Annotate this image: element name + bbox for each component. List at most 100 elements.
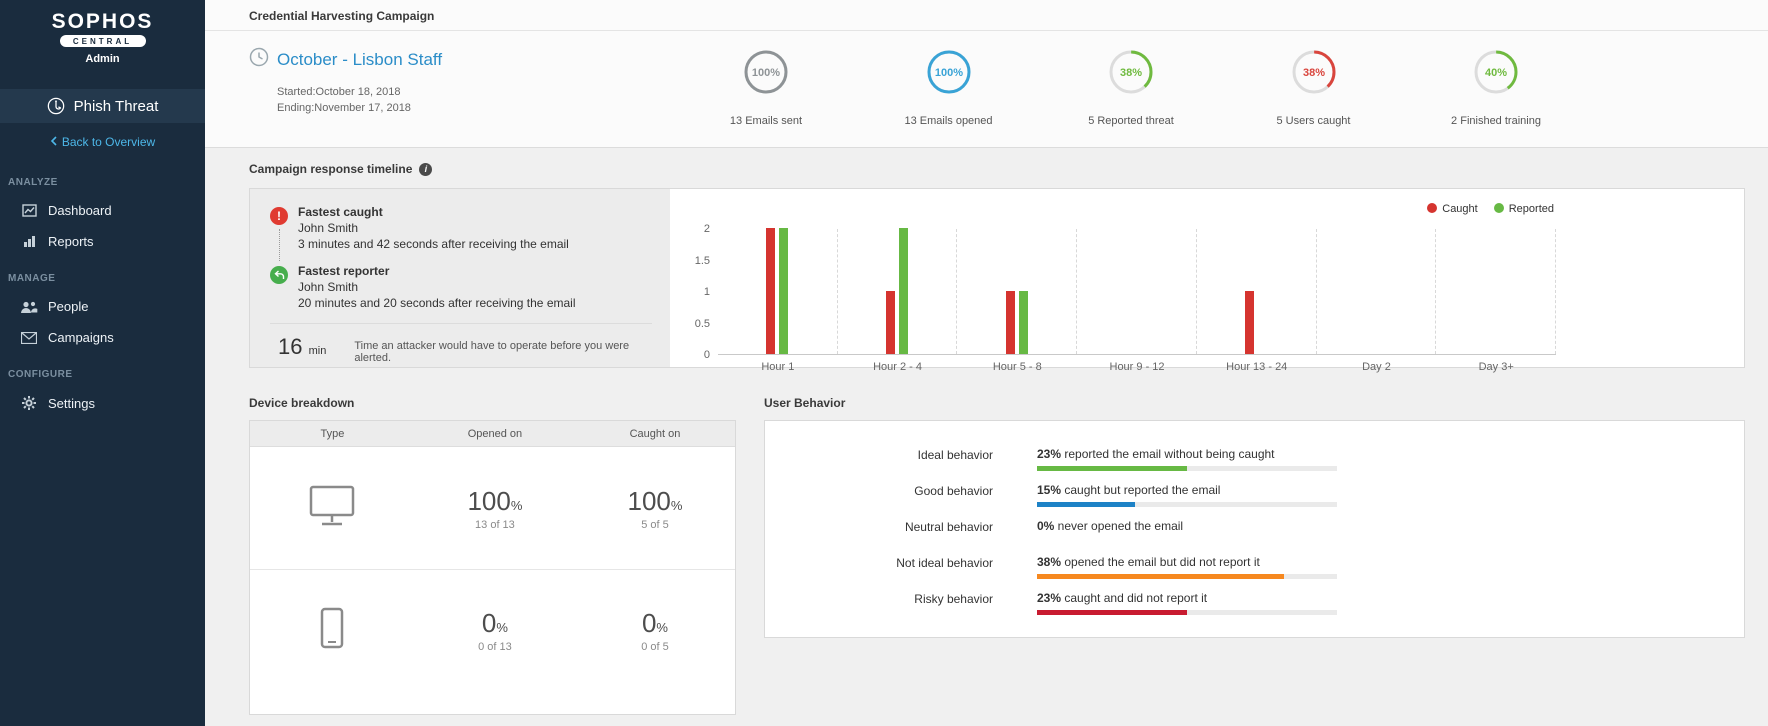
chart-column <box>1436 229 1556 354</box>
desktop-icon <box>309 514 355 531</box>
x-tick-label: Hour 5 - 8 <box>957 361 1077 373</box>
event-title: Fastest caught <box>298 205 569 219</box>
legend-dot <box>1494 203 1504 213</box>
info-icon[interactable]: i <box>419 163 432 176</box>
sidebar-item-settings[interactable]: Settings <box>0 387 205 419</box>
x-tick-label: Hour 1 <box>718 361 838 373</box>
x-tick-label: Hour 2 - 4 <box>838 361 958 373</box>
reply-arrow-icon <box>270 266 288 284</box>
attacker-window: 16 min Time an attacker would have to op… <box>270 323 652 364</box>
percent-value: 100 <box>627 486 670 516</box>
product-label: Phish Threat <box>74 98 159 115</box>
clock-icon <box>249 47 269 72</box>
behavior-text: 15% caught but reported the email <box>1037 483 1337 497</box>
behavior-percent: 38% <box>1037 555 1061 569</box>
percent-value: 100 <box>467 486 510 516</box>
stat-label: 13 Emails sent <box>701 115 831 127</box>
x-tick-label: Day 3+ <box>1436 361 1556 373</box>
nav-section-label: MANAGE <box>0 257 205 291</box>
behavior-bar <box>1037 502 1337 507</box>
back-to-overview-link[interactable]: Back to Overview <box>0 123 205 161</box>
percent-unit: % <box>511 498 523 513</box>
chevron-left-icon <box>50 135 57 149</box>
desktop-opened-percent: 100% <box>415 486 575 517</box>
behavior-percent: 0% <box>1037 519 1054 533</box>
percent-value: 0 <box>482 608 496 638</box>
sidebar-item-dashboard[interactable]: Dashboard <box>0 195 205 226</box>
nav-item-label: Reports <box>48 234 94 249</box>
campaign-stat: 38%5 Users caught <box>1249 47 1379 127</box>
column-caught-on: Caught on <box>575 428 735 440</box>
behavior-label: Neutral behavior <box>765 519 993 543</box>
sidebar-item-campaigns[interactable]: Campaigns <box>0 322 205 353</box>
nav-item-label: Settings <box>48 396 95 411</box>
chart-column <box>1317 229 1437 354</box>
device-breakdown-card: Type Opened on Caught on 100% 13 of 13 <box>249 420 736 715</box>
y-tick-label: 1 <box>704 286 710 298</box>
chart-plot <box>718 229 1556 355</box>
behavior-bar <box>1037 574 1337 579</box>
back-link-label: Back to Overview <box>62 135 155 149</box>
stat-percent: 40% <box>1485 67 1507 79</box>
behavior-content: 23% reported the email without being cau… <box>1037 447 1337 471</box>
chart-column <box>718 229 838 354</box>
campaign-stats: 100% 13 Emails sent 100%13 Emails opened 38… <box>701 39 1561 127</box>
chart-column <box>957 229 1077 354</box>
table-row-mobile: 0% 0 of 13 0% 0 of 5 <box>250 569 735 691</box>
chart-bar-reported <box>1019 291 1028 354</box>
nav-section-label: ANALYZE <box>0 161 205 195</box>
legend-dot <box>1427 203 1437 213</box>
dashboard-icon <box>20 203 38 218</box>
campaign-start-date: Started:October 18, 2018 <box>277 84 701 100</box>
mobile-opened-percent: 0% <box>415 608 575 639</box>
event-detail: 20 minutes and 20 seconds after receivin… <box>298 296 576 310</box>
stat-label: 2 Finished training <box>1431 115 1561 127</box>
account-label: Admin <box>0 53 205 65</box>
settings-icon <box>20 395 38 411</box>
sidebar-item-phish-threat[interactable]: Phish Threat <box>0 89 205 123</box>
behavior-label: Risky behavior <box>765 591 993 615</box>
campaigns-icon <box>20 332 38 344</box>
behavior-text: 38% opened the email but did not report … <box>1037 555 1337 569</box>
behavior-label: Not ideal behavior <box>765 555 993 579</box>
page-title: Credential Harvesting Campaign <box>205 0 1768 31</box>
chart-bar-reported <box>899 228 908 354</box>
behavior-text: 23% reported the email without being cau… <box>1037 447 1337 461</box>
chart-legend: CaughtReported <box>1427 203 1554 215</box>
behavior-content: 38% opened the email but did not report … <box>1037 555 1337 579</box>
sidebar-item-reports[interactable]: Reports <box>0 226 205 257</box>
behavior-row: Risky behavior23% caught and did not rep… <box>765 591 1744 615</box>
chart-column <box>1077 229 1197 354</box>
chart-column <box>838 229 958 354</box>
device-breakdown-section: Device breakdown Type Opened on Caught o… <box>249 396 736 715</box>
chart-bar-caught <box>766 228 775 354</box>
stat-label: 5 Reported threat <box>1066 115 1196 127</box>
desktop-opened-count: 13 of 13 <box>415 519 575 531</box>
campaign-title[interactable]: October - Lisbon Staff <box>277 50 442 70</box>
legend-item-reported: Reported <box>1494 203 1554 215</box>
behavior-row: Ideal behavior 23% reported the email wit… <box>765 447 1744 471</box>
chart-bar-reported <box>779 228 788 354</box>
stat-donut: 38% <box>1106 47 1156 97</box>
stat-percent: 100% <box>752 67 780 79</box>
behavior-row: Good behavior15% caught but reported the… <box>765 483 1744 507</box>
behavior-percent: 23% <box>1037 447 1061 461</box>
x-tick-label: Hour 13 - 24 <box>1197 361 1317 373</box>
desktop-caught-count: 5 of 5 <box>575 519 735 531</box>
x-tick-label: Hour 9 - 12 <box>1077 361 1197 373</box>
chart-bar-caught <box>886 291 895 354</box>
alert-icon: ! <box>270 207 288 225</box>
campaign-stat: 38% 5 Reported threat <box>1066 47 1196 127</box>
nav-section-label: CONFIGURE <box>0 353 205 387</box>
campaign-stat: 100%13 Emails opened <box>884 47 1014 127</box>
behavior-percent: 15% <box>1037 483 1061 497</box>
phish-threat-icon <box>47 96 65 116</box>
behavior-row: Not ideal behavior 38% opened the email b… <box>765 555 1744 579</box>
stat-donut: 100% <box>924 47 974 97</box>
campaign-info: October - Lisbon Staff Started:October 1… <box>249 39 701 127</box>
behavior-label: Ideal behavior <box>765 447 993 471</box>
attacker-minutes: 16 <box>278 334 302 359</box>
chart-x-labels: Hour 1Hour 2 - 4Hour 5 - 8Hour 9 - 12Hou… <box>718 361 1556 373</box>
sidebar-item-people[interactable]: People <box>0 291 205 322</box>
attacker-time: 16 min <box>278 334 326 360</box>
